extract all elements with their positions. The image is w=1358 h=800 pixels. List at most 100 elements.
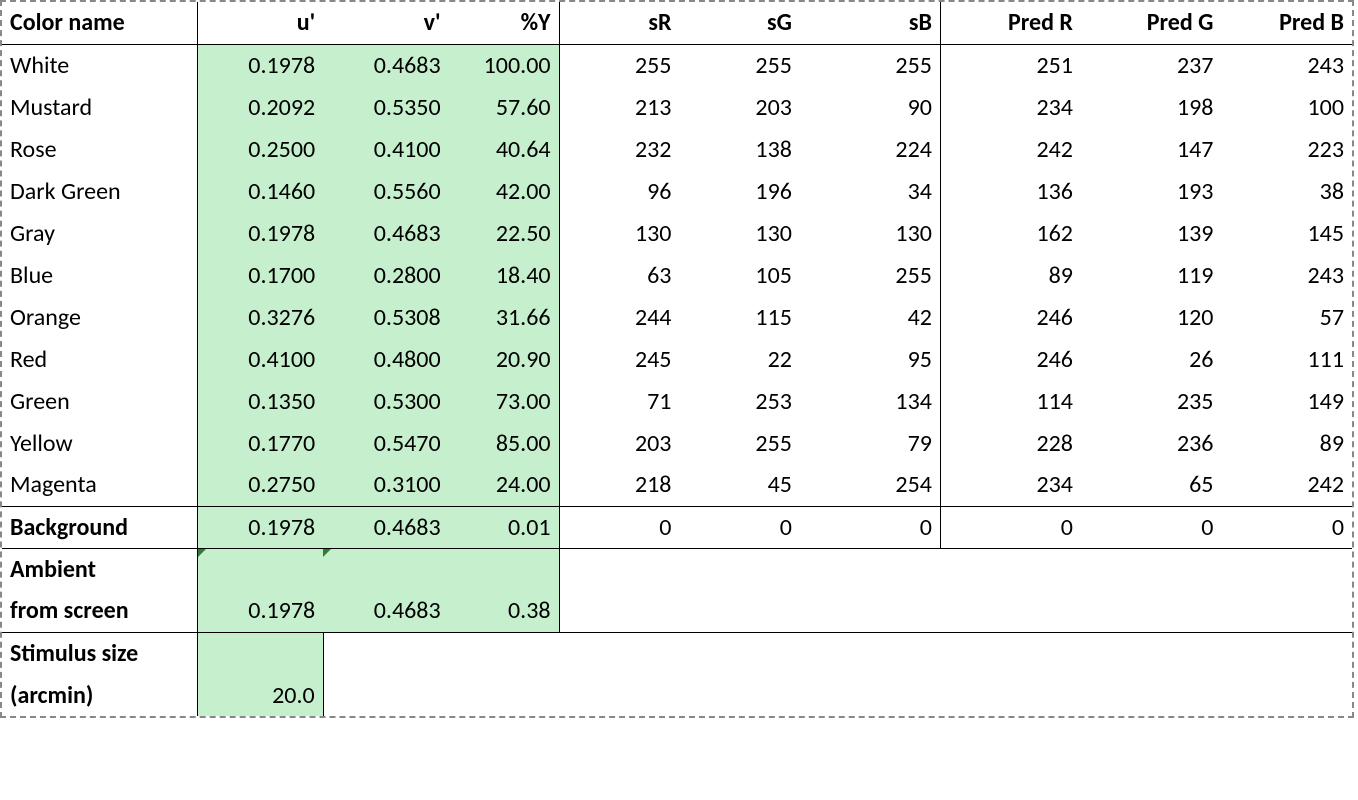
y-cell[interactable]: 24.00 [449, 464, 559, 506]
empty-cell[interactable] [940, 590, 1081, 632]
u-cell[interactable]: 0.1700 [198, 254, 323, 296]
empty-cell[interactable] [1081, 632, 1222, 674]
empty-cell[interactable] [449, 674, 559, 716]
color-name-cell[interactable]: Dark Green [2, 170, 198, 212]
sg-cell[interactable]: 196 [679, 170, 799, 212]
sb-cell[interactable]: 130 [800, 212, 941, 254]
pb-cell[interactable]: 243 [1221, 44, 1352, 86]
sb-cell[interactable]: 34 [800, 170, 941, 212]
sb-cell[interactable]: 134 [800, 380, 941, 422]
sr-cell[interactable]: 255 [559, 44, 679, 86]
sg-cell[interactable]: 255 [679, 44, 799, 86]
empty-cell[interactable] [800, 674, 941, 716]
sg-cell[interactable]: 22 [679, 338, 799, 380]
y-cell[interactable]: 22.50 [449, 212, 559, 254]
u-cell[interactable]: 0.1460 [198, 170, 323, 212]
pb-cell[interactable]: 111 [1221, 338, 1352, 380]
sb-cell[interactable]: 90 [800, 86, 941, 128]
sg-cell[interactable]: 105 [679, 254, 799, 296]
y-cell[interactable]: 100.00 [449, 44, 559, 86]
sg-cell[interactable]: 253 [679, 380, 799, 422]
v-cell[interactable]: 0.3100 [323, 464, 448, 506]
sg-cell[interactable]: 138 [679, 128, 799, 170]
pg-cell[interactable]: 139 [1081, 212, 1222, 254]
empty-cell[interactable] [559, 548, 679, 590]
color-name-cell[interactable]: Rose [2, 128, 198, 170]
pr-cell[interactable]: 228 [940, 422, 1081, 464]
u-cell[interactable]: 0.2092 [198, 86, 323, 128]
empty-cell[interactable] [323, 674, 448, 716]
sb-cell[interactable]: 95 [800, 338, 941, 380]
u-cell[interactable]: 0.3276 [198, 296, 323, 338]
u-cell[interactable]: 0.1978 [198, 44, 323, 86]
background-pb[interactable]: 0 [1221, 506, 1352, 548]
empty-cell[interactable] [679, 674, 799, 716]
background-v[interactable]: 0.4683 [323, 506, 448, 548]
ambient-u[interactable]: 0.1978 [198, 590, 323, 632]
header-sb[interactable]: sB [800, 2, 941, 44]
header-u-prime[interactable]: u' [198, 2, 323, 44]
sb-cell[interactable]: 224 [800, 128, 941, 170]
v-cell[interactable]: 0.4683 [323, 212, 448, 254]
y-cell[interactable]: 18.40 [449, 254, 559, 296]
pb-cell[interactable]: 100 [1221, 86, 1352, 128]
header-percent-y[interactable]: %Y [449, 2, 559, 44]
pr-cell[interactable]: 234 [940, 464, 1081, 506]
empty-cell[interactable] [679, 632, 799, 674]
color-name-cell[interactable]: Yellow [2, 422, 198, 464]
pr-cell[interactable]: 136 [940, 170, 1081, 212]
empty-cell[interactable] [800, 632, 941, 674]
header-sg[interactable]: sG [679, 2, 799, 44]
color-name-cell[interactable]: White [2, 44, 198, 86]
color-name-cell[interactable]: Gray [2, 212, 198, 254]
sr-cell[interactable]: 232 [559, 128, 679, 170]
v-cell[interactable]: 0.5560 [323, 170, 448, 212]
sr-cell[interactable]: 244 [559, 296, 679, 338]
empty-cell[interactable] [449, 632, 559, 674]
y-cell[interactable]: 40.64 [449, 128, 559, 170]
stimulus-value[interactable]: 20.0 [198, 674, 323, 716]
u-cell[interactable]: 0.4100 [198, 338, 323, 380]
pg-cell[interactable]: 119 [1081, 254, 1222, 296]
background-pg[interactable]: 0 [1081, 506, 1222, 548]
background-label[interactable]: Background [2, 506, 198, 548]
pg-cell[interactable]: 236 [1081, 422, 1222, 464]
y-cell[interactable]: 57.60 [449, 86, 559, 128]
header-pred-g[interactable]: Pred G [1081, 2, 1222, 44]
sr-cell[interactable]: 203 [559, 422, 679, 464]
v-cell[interactable]: 0.5470 [323, 422, 448, 464]
pg-cell[interactable]: 235 [1081, 380, 1222, 422]
v-cell[interactable]: 0.4683 [323, 44, 448, 86]
pb-cell[interactable]: 145 [1221, 212, 1352, 254]
background-sb[interactable]: 0 [800, 506, 941, 548]
sr-cell[interactable]: 218 [559, 464, 679, 506]
header-v-prime[interactable]: v' [323, 2, 448, 44]
color-name-cell[interactable]: Mustard [2, 86, 198, 128]
pr-cell[interactable]: 114 [940, 380, 1081, 422]
empty-cell[interactable] [1221, 590, 1352, 632]
y-cell[interactable]: 31.66 [449, 296, 559, 338]
empty-cell[interactable] [940, 674, 1081, 716]
sr-cell[interactable]: 130 [559, 212, 679, 254]
sb-cell[interactable]: 79 [800, 422, 941, 464]
pr-cell[interactable]: 246 [940, 296, 1081, 338]
y-cell[interactable]: 20.90 [449, 338, 559, 380]
pr-cell[interactable]: 89 [940, 254, 1081, 296]
pg-cell[interactable]: 65 [1081, 464, 1222, 506]
color-name-cell[interactable]: Green [2, 380, 198, 422]
empty-cell[interactable] [800, 590, 941, 632]
empty-cell[interactable] [1081, 674, 1222, 716]
sg-cell[interactable]: 255 [679, 422, 799, 464]
pr-cell[interactable]: 242 [940, 128, 1081, 170]
empty-cell[interactable] [1221, 548, 1352, 590]
u-cell[interactable]: 0.2500 [198, 128, 323, 170]
sr-cell[interactable]: 213 [559, 86, 679, 128]
u-cell[interactable]: 0.1350 [198, 380, 323, 422]
header-pred-r[interactable]: Pred R [940, 2, 1081, 44]
v-cell[interactable]: 0.4100 [323, 128, 448, 170]
background-sg[interactable]: 0 [679, 506, 799, 548]
header-sr[interactable]: sR [559, 2, 679, 44]
stimulus-label-1[interactable]: Stimulus size [2, 632, 198, 674]
sg-cell[interactable]: 203 [679, 86, 799, 128]
v-cell[interactable]: 0.4800 [323, 338, 448, 380]
